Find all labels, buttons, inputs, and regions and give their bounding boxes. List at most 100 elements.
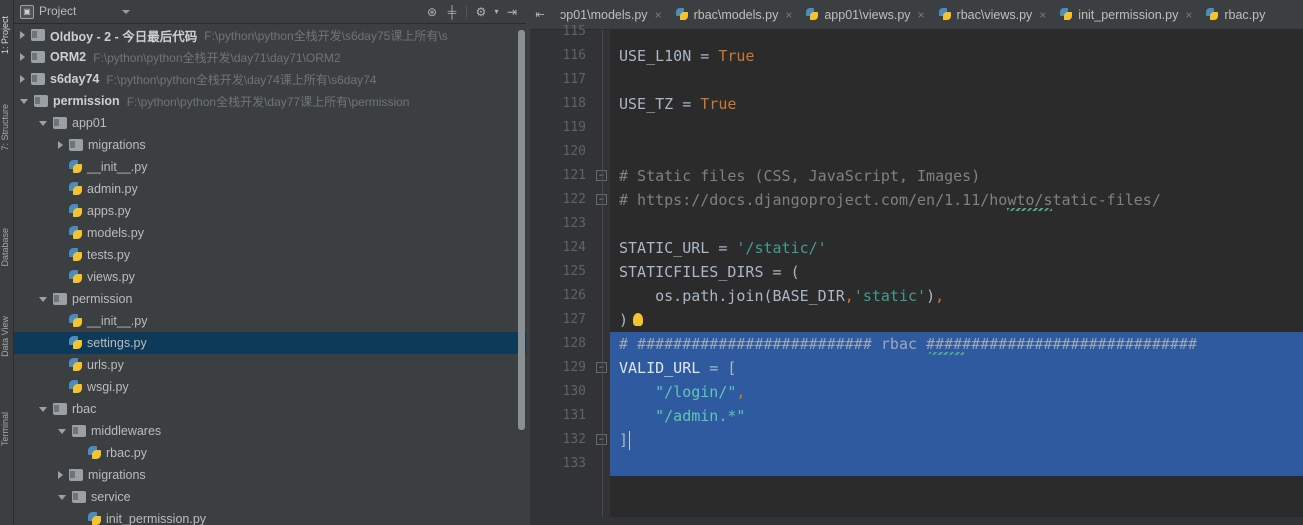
tree-row[interactable]: Oldboy - 2 - 今日最后代码 F:\python\python全栈开发\… [14,24,526,46]
intention-bulb-icon[interactable] [633,313,643,326]
project-panel-scrollbar[interactable] [518,30,525,430]
chevron-down-icon[interactable] [39,296,47,302]
spellcheck-squiggle [1007,208,1052,211]
tree-item-label: __init__.py [87,160,148,174]
tree-row[interactable]: init_permission.py [14,508,526,525]
line-number: 119 [562,120,586,135]
tree-item-label: middlewares [91,424,162,438]
chevron-right-icon[interactable] [58,471,63,479]
tree-row[interactable]: permission F:\python\python全栈开发\day77课上所有… [14,90,526,112]
tree-row[interactable]: service [14,486,526,508]
tree-item-label: tests.py [87,248,131,262]
line-number: 124 [562,240,586,255]
code-line[interactable]: VALID_URL = [ [610,356,1303,380]
python-file-icon [69,182,83,196]
line-number: 118 [562,96,586,111]
tree-item-label: rbac.py [106,446,147,460]
tree-row[interactable]: tests.py [14,244,526,266]
tree-row[interactable]: rbac.py [14,442,526,464]
tree-row[interactable]: wsgi.py [14,376,526,398]
tree-row[interactable]: settings.py [14,332,526,354]
python-file-icon [69,336,83,350]
tool-window-tab-terminal[interactable]: Terminal [0,412,14,446]
spellcheck-squiggle [929,352,964,355]
folder-icon [53,293,67,305]
code-line[interactable]: STATIC_URL = '/static/' [610,236,1303,260]
code-line[interactable]: USE_TZ = True [610,92,1303,116]
tree-row[interactable]: admin.py [14,178,526,200]
chevron-down-icon[interactable] [122,10,130,14]
settings-dropdown-icon[interactable]: ▾ [493,4,500,20]
tree-item-label: wsgi.py [87,380,129,394]
tree-row[interactable]: migrations [14,464,526,486]
code-line[interactable] [610,452,1303,476]
chevron-down-icon[interactable] [58,428,66,434]
line-number: 120 [562,144,586,159]
code-line[interactable]: # https://docs.djangoproject.com/en/1.11… [610,188,1303,212]
tool-window-tab-database[interactable]: Database [0,228,14,267]
project-file-tree[interactable]: Oldboy - 2 - 今日最后代码 F:\python\python全栈开发\… [14,24,526,525]
tree-item-label: app01 [72,116,107,130]
gutter-divider [602,30,603,525]
code-line[interactable] [610,20,1303,44]
tree-row[interactable]: __init__.py [14,156,526,178]
project-panel-toolbar: ⊛ ╪ ⚙ ▾ ⇥ [424,4,520,20]
collapse-all-icon[interactable]: ⊛ [424,4,440,20]
code-line[interactable]: STATICFILES_DIRS = ( [610,260,1303,284]
tree-row[interactable]: rbac [14,398,526,420]
chevron-right-icon[interactable] [58,141,63,149]
python-file-icon [69,204,83,218]
chevron-right-icon[interactable] [20,53,25,61]
chevron-down-icon[interactable] [39,120,47,126]
tool-window-tab-label: 7: Structure [0,104,10,151]
code-line[interactable]: os.path.join(BASE_DIR,'static'), [610,284,1303,308]
tool-window-tab-data-view[interactable]: Data View [0,316,14,357]
tree-row[interactable]: urls.py [14,354,526,376]
settings-icon[interactable]: ⚙ [473,4,489,20]
tree-row[interactable]: views.py [14,266,526,288]
chevron-down-icon[interactable] [20,98,28,104]
code-line[interactable] [610,116,1303,140]
editor-code-area[interactable]: USE_L10N = True USE_TZ = True # Static fil… [610,30,1303,525]
editor-gutter[interactable]: 115 116 117 118 119 120 121 122 123 124 125 126 127 1… [530,24,610,525]
code-line[interactable] [610,140,1303,164]
tool-window-tab-label: Data View [0,316,10,357]
python-file-icon [69,270,83,284]
chevron-down-icon[interactable] [39,406,47,412]
code-line[interactable]: USE_L10N = True [610,44,1303,68]
tree-item-label: permission [72,292,133,306]
folder-icon [31,73,45,85]
code-line[interactable]: "/login/", [610,380,1303,404]
tree-row[interactable]: __init__.py [14,310,526,332]
tree-row[interactable]: ORM2 F:\python\python全栈开发\day71\day71\ORM… [14,46,526,68]
tree-row[interactable]: s6day74 F:\python\python全栈开发\day74课上所有\s6… [14,68,526,90]
tree-row[interactable]: app01 [14,112,526,134]
tree-row[interactable]: models.py [14,222,526,244]
tree-row[interactable]: permission [14,288,526,310]
chevron-down-icon[interactable] [58,494,66,500]
code-line[interactable]: # Static files (CSS, JavaScript, Images) [610,164,1303,188]
editor-bottom-strip [530,517,1303,525]
tool-window-tab-project[interactable]: 1: Project [0,16,14,54]
code-line[interactable]: ) [610,308,1303,332]
code-line[interactable] [610,212,1303,236]
chevron-right-icon[interactable] [20,31,25,39]
ide-window: 1: Project 7: Structure Database Data View T… [0,0,1303,525]
chevron-right-icon[interactable] [20,75,25,83]
tree-item-label: rbac [72,402,97,416]
code-line[interactable] [610,68,1303,92]
tree-row[interactable]: migrations [14,134,526,156]
tool-window-tab-structure[interactable]: 7: Structure [0,104,14,151]
expand-all-icon[interactable]: ╪ [444,4,460,20]
tree-row[interactable]: apps.py [14,200,526,222]
line-number: 132 [562,432,586,447]
tree-item-path: F:\python\python全栈开发\day74课上所有\s6day74 [106,72,377,87]
code-line[interactable]: ] [610,428,1303,452]
code-editor[interactable]: 115 116 117 118 119 120 121 122 123 124 125 126 127 1… [530,24,1303,525]
code-line[interactable]: "/admin.*" [610,404,1303,428]
hide-panel-icon[interactable]: ⇥ [504,4,520,20]
tree-row[interactable]: middlewares [14,420,526,442]
